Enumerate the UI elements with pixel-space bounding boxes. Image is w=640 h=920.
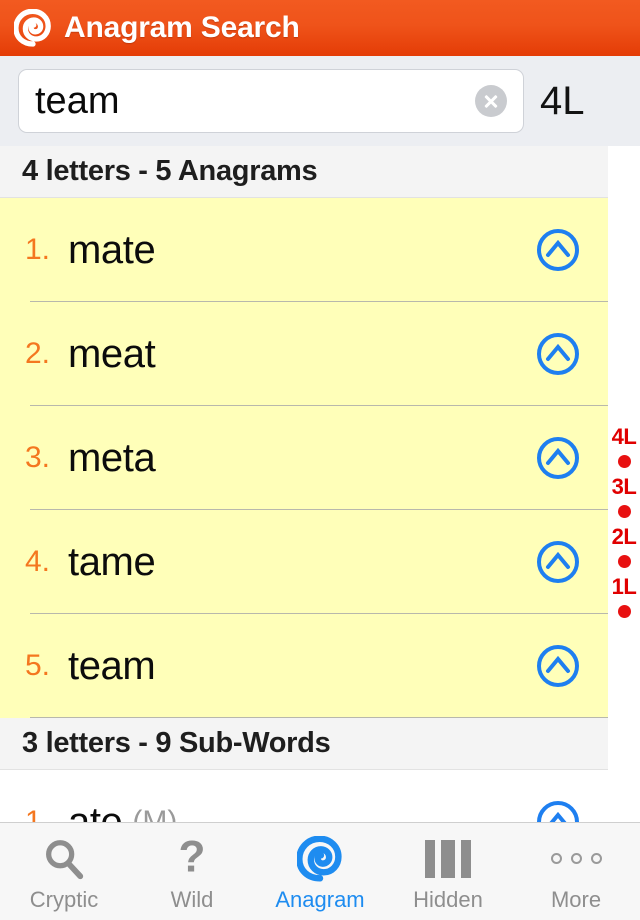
search-bar: 4L bbox=[0, 56, 640, 146]
tab-label: Hidden bbox=[413, 886, 483, 912]
index-label[interactable]: 1L bbox=[612, 574, 637, 600]
length-badge: 4L bbox=[540, 78, 585, 123]
svg-text:?: ? bbox=[179, 836, 206, 881]
index-entry[interactable]: 2L bbox=[612, 524, 637, 574]
row-action-button[interactable] bbox=[536, 436, 580, 480]
row-index: 1. bbox=[24, 805, 50, 822]
row-action-button[interactable] bbox=[536, 332, 580, 376]
row-action-button[interactable] bbox=[536, 800, 580, 822]
spiral-logo-icon bbox=[14, 9, 51, 47]
table-row[interactable]: 1. mate bbox=[0, 198, 608, 302]
row-index: 1. bbox=[24, 233, 50, 266]
chevron-up-circle-icon[interactable] bbox=[536, 540, 580, 584]
row-word: meat bbox=[68, 331, 156, 376]
index-label[interactable]: 4L bbox=[612, 424, 637, 450]
index-label[interactable]: 2L bbox=[612, 524, 637, 550]
index-entry[interactable]: 1L bbox=[612, 574, 637, 624]
row-tag: (M) bbox=[132, 805, 178, 822]
index-dot-icon[interactable] bbox=[617, 605, 631, 618]
index-label[interactable]: 3L bbox=[612, 474, 637, 500]
row-word: ate bbox=[68, 799, 123, 823]
index-dot-icon[interactable] bbox=[617, 555, 631, 568]
index-entry[interactable]: 3L bbox=[612, 474, 637, 524]
search-field[interactable] bbox=[18, 69, 524, 133]
tab-label: Wild bbox=[170, 886, 214, 912]
page-title: Anagram Search bbox=[64, 11, 300, 44]
tab-cryptic[interactable]: Cryptic bbox=[0, 823, 128, 920]
title-bar: Anagram Search bbox=[0, 0, 640, 56]
magnifier-icon bbox=[46, 839, 84, 879]
index-dot-icon[interactable] bbox=[617, 455, 631, 468]
tab-hidden[interactable]: Hidden bbox=[384, 823, 512, 920]
chevron-up-circle-icon[interactable] bbox=[536, 800, 580, 822]
index-dot-icon[interactable] bbox=[617, 505, 631, 518]
search-input[interactable] bbox=[19, 79, 475, 123]
tab-label: More bbox=[550, 886, 602, 912]
row-index: 4. bbox=[24, 545, 50, 578]
chevron-up-circle-icon[interactable] bbox=[536, 332, 580, 376]
row-divider bbox=[30, 717, 608, 718]
table-row[interactable]: 2. meat bbox=[0, 302, 608, 406]
spiral-icon bbox=[297, 835, 343, 883]
tab-wild[interactable]: ? Wild bbox=[128, 823, 256, 920]
table-row[interactable]: 4. tame bbox=[0, 510, 608, 614]
app-root: Anagram Search 4L 4 letters - 5 Anagrams… bbox=[0, 0, 640, 920]
row-word: team bbox=[68, 643, 156, 688]
row-word: meta bbox=[68, 435, 156, 480]
three-bars-icon bbox=[425, 839, 471, 878]
section-header: 3 letters - 9 Sub-Words bbox=[0, 718, 608, 770]
results-list[interactable]: 4 letters - 5 Anagrams 1. mate 2. meat 3. meta… bbox=[0, 146, 640, 822]
row-index: 2. bbox=[24, 337, 50, 370]
row-action-button[interactable] bbox=[536, 644, 580, 688]
clear-icon[interactable] bbox=[475, 85, 507, 117]
index-entry[interactable]: 4L bbox=[612, 424, 637, 474]
row-word: tame bbox=[68, 539, 156, 584]
chevron-up-circle-icon[interactable] bbox=[536, 644, 580, 688]
tab-label: Cryptic bbox=[29, 886, 99, 912]
three-bars-icon bbox=[425, 835, 471, 883]
length-index-bar[interactable]: 4L 3L 2L 1L bbox=[608, 146, 640, 822]
row-word: mate bbox=[68, 227, 156, 272]
table-row[interactable]: 1. ate (M) bbox=[0, 770, 608, 822]
chevron-up-circle-icon[interactable] bbox=[536, 436, 580, 480]
table-row[interactable]: 5. team bbox=[0, 614, 608, 718]
results-list-inner: 4 letters - 5 Anagrams 1. mate 2. meat 3. meta… bbox=[0, 146, 608, 822]
tab-anagram[interactable]: Anagram bbox=[256, 823, 384, 920]
question-mark-icon: ? bbox=[179, 836, 206, 881]
question-mark-icon: ? bbox=[169, 835, 215, 883]
chevron-up-circle-icon[interactable] bbox=[536, 228, 580, 272]
row-index: 5. bbox=[24, 649, 50, 682]
magnifier-icon bbox=[41, 835, 87, 883]
tab-label: Anagram bbox=[275, 886, 365, 912]
tab-bar: Cryptic? Wild Anagram Hidden More bbox=[0, 822, 640, 920]
table-row[interactable]: 3. meta bbox=[0, 406, 608, 510]
row-action-button[interactable] bbox=[536, 540, 580, 584]
row-action-button[interactable] bbox=[536, 228, 580, 272]
row-index: 3. bbox=[24, 441, 50, 474]
three-dots-icon bbox=[550, 853, 602, 864]
tab-more[interactable]: More bbox=[512, 823, 640, 920]
section-header: 4 letters - 5 Anagrams bbox=[0, 146, 608, 198]
spiral-icon bbox=[297, 835, 342, 882]
three-dots-icon bbox=[550, 835, 602, 883]
